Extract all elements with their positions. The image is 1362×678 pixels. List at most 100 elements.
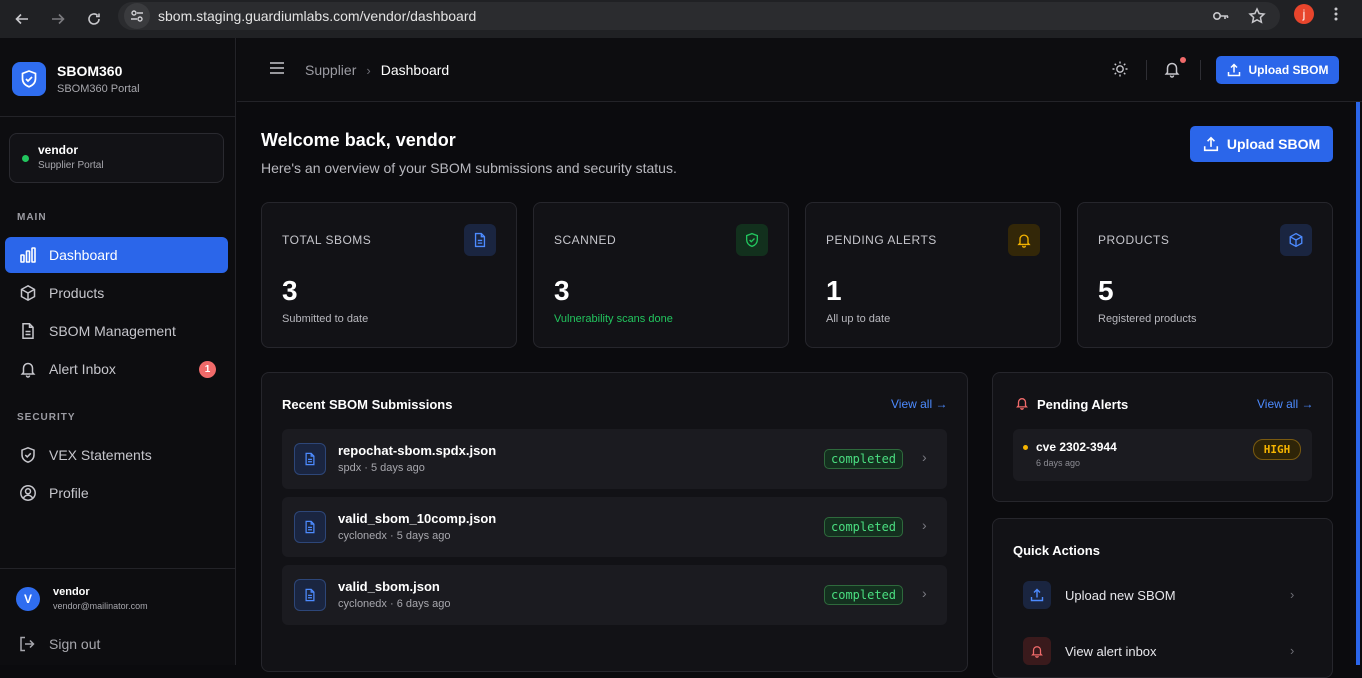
submission-row[interactable]: valid_sbom_10comp.json cyclonedx · 5 day… [282, 497, 947, 557]
footer-user[interactable]: V vendor vendor@mailinator.com [16, 586, 148, 611]
key-icon[interactable] [1212, 7, 1230, 30]
cube-icon [17, 282, 39, 304]
quick-action-label: View alert inbox [1065, 643, 1157, 659]
sidebar-item-dashboard[interactable]: Dashboard [5, 237, 228, 273]
user-card[interactable]: vendor Supplier Portal [9, 133, 224, 183]
severity-badge: HIGH [1253, 439, 1301, 460]
shield-icon [17, 444, 39, 466]
brand[interactable]: SBOM360 SBOM360 Portal [12, 62, 140, 96]
submission-name: repochat-sbom.spdx.json [338, 443, 497, 458]
theme-toggle-sun-icon[interactable] [1111, 60, 1129, 83]
user-card-role: Supplier Portal [38, 160, 104, 171]
breadcrumb: Supplier › Dashboard [305, 62, 449, 78]
address-bar[interactable]: sbom.staging.guardiumlabs.com/vendor/das… [118, 2, 1280, 30]
stat-value: 1 [826, 275, 842, 306]
alert-row[interactable]: cve 2302-3944 6 days ago HIGH [1013, 429, 1312, 481]
upload-sbom-button[interactable]: Upload SBOM [1190, 126, 1333, 162]
reload-icon[interactable] [82, 7, 106, 31]
back-arrow-icon[interactable] [10, 7, 34, 31]
chevron-right-icon: › [922, 449, 927, 465]
submission-name: valid_sbom_10comp.json [338, 511, 497, 526]
sidebar-item-profile[interactable]: Profile [5, 475, 228, 511]
sidebar-item-vex-statements[interactable]: VEX Statements [5, 437, 228, 473]
top-header: Supplier › Dashboard Upload SBOM [237, 38, 1362, 102]
breadcrumb-dashboard: Dashboard [380, 62, 450, 78]
view-all-alerts-link[interactable]: View all → [1257, 397, 1313, 411]
section-label-main: MAIN [17, 212, 47, 223]
stat-card-total-sboms[interactable]: TOTAL SBOMS 3 Submitted to date [261, 202, 517, 348]
sidebar-item-label: Alert Inbox [49, 361, 116, 377]
quick-actions-panel: Quick Actions Upload new SBOM › View ale… [992, 518, 1333, 678]
stat-card-products[interactable]: PRODUCTS 5 Registered products [1077, 202, 1333, 348]
menu-toggle-icon[interactable] [269, 61, 285, 80]
submission-meta: cyclonedx · 6 days ago [338, 598, 451, 610]
chevron-right-icon: › [1290, 643, 1295, 658]
file-icon [294, 443, 326, 475]
star-icon[interactable] [1248, 7, 1266, 30]
sidebar-item-sbom-management[interactable]: SBOM Management [5, 313, 228, 349]
alert-time: 6 days ago [1036, 458, 1081, 468]
section-label-security: SECURITY [17, 412, 76, 423]
brand-title: SBOM360 [57, 63, 123, 79]
online-status-dot [22, 155, 29, 162]
severity-dot [1023, 445, 1028, 450]
stat-value: 3 [554, 275, 570, 306]
shield-check-icon [736, 224, 768, 256]
upload-icon [1227, 63, 1240, 77]
sign-out-label: Sign out [49, 636, 101, 652]
notification-dot [1180, 57, 1186, 63]
user-card-name: vendor [38, 143, 79, 157]
sidebar-item-alert-inbox[interactable]: Alert Inbox 1 [5, 351, 228, 387]
quick-action-alert-inbox[interactable]: View alert inbox [1023, 637, 1157, 665]
divider [0, 568, 236, 569]
stat-label: PRODUCTS [1098, 233, 1170, 247]
brand-subtitle: SBOM360 Portal [57, 83, 140, 95]
footer-user-email: vendor@mailinator.com [53, 601, 148, 611]
avatar: V [16, 586, 40, 611]
cube-icon [1280, 224, 1312, 256]
submission-meta: spdx · 5 days ago [338, 462, 425, 474]
stat-sub: All up to date [826, 313, 891, 325]
quick-action-upload[interactable]: Upload new SBOM [1023, 581, 1176, 609]
stat-card-pending-alerts[interactable]: PENDING ALERTS 1 All up to date [805, 202, 1061, 348]
pending-alerts-panel: Pending Alerts View all → cve 2302-3944 … [992, 372, 1333, 502]
file-icon [294, 579, 326, 611]
bell-icon [1023, 637, 1051, 665]
submission-row[interactable]: repochat-sbom.spdx.json spdx · 5 days ag… [282, 429, 947, 489]
status-badge: completed [824, 449, 904, 469]
chevron-right-icon: › [922, 517, 927, 533]
bell-icon [1008, 224, 1040, 256]
upload-icon [1023, 581, 1051, 609]
profile-avatar[interactable]: j [1294, 4, 1314, 24]
header-upload-sbom-button[interactable]: Upload SBOM [1216, 56, 1339, 84]
forward-arrow-icon[interactable] [46, 7, 70, 31]
view-all-submissions-link[interactable]: View all → [891, 397, 947, 411]
stat-card-scanned[interactable]: SCANNED 3 Vulnerability scans done [533, 202, 789, 348]
scrollbar[interactable] [1356, 102, 1360, 665]
shield-logo-icon [12, 62, 46, 96]
alert-count-badge: 1 [199, 361, 216, 378]
chevron-right-icon: › [922, 585, 927, 601]
divider [1200, 60, 1201, 80]
submission-row[interactable]: valid_sbom.json cyclonedx · 6 days ago c… [282, 565, 947, 625]
stat-label: TOTAL SBOMS [282, 233, 372, 247]
site-settings-icon[interactable] [124, 3, 150, 29]
stat-label: PENDING ALERTS [826, 233, 937, 247]
breadcrumb-supplier[interactable]: Supplier [305, 62, 356, 78]
upload-icon [1203, 136, 1218, 152]
submission-meta: cyclonedx · 5 days ago [338, 530, 451, 542]
sign-out-button[interactable]: Sign out [18, 635, 100, 653]
stat-value: 3 [282, 275, 298, 306]
recent-submissions-panel: Recent SBOM Submissions View all → repoc… [261, 372, 968, 672]
bell-icon [1015, 396, 1029, 415]
more-menu-icon[interactable] [1334, 6, 1338, 27]
notifications-bell-icon[interactable] [1163, 60, 1181, 83]
url-text[interactable]: sbom.staging.guardiumlabs.com/vendor/das… [158, 8, 476, 24]
sidebar-item-label: VEX Statements [49, 447, 152, 463]
divider [1146, 60, 1147, 80]
sidebar-item-label: Profile [49, 485, 89, 501]
quick-action-label: Upload new SBOM [1065, 587, 1176, 603]
bar-chart-icon [17, 244, 39, 266]
page-subtitle: Here's an overview of your SBOM submissi… [261, 160, 677, 176]
sidebar-item-products[interactable]: Products [5, 275, 228, 311]
